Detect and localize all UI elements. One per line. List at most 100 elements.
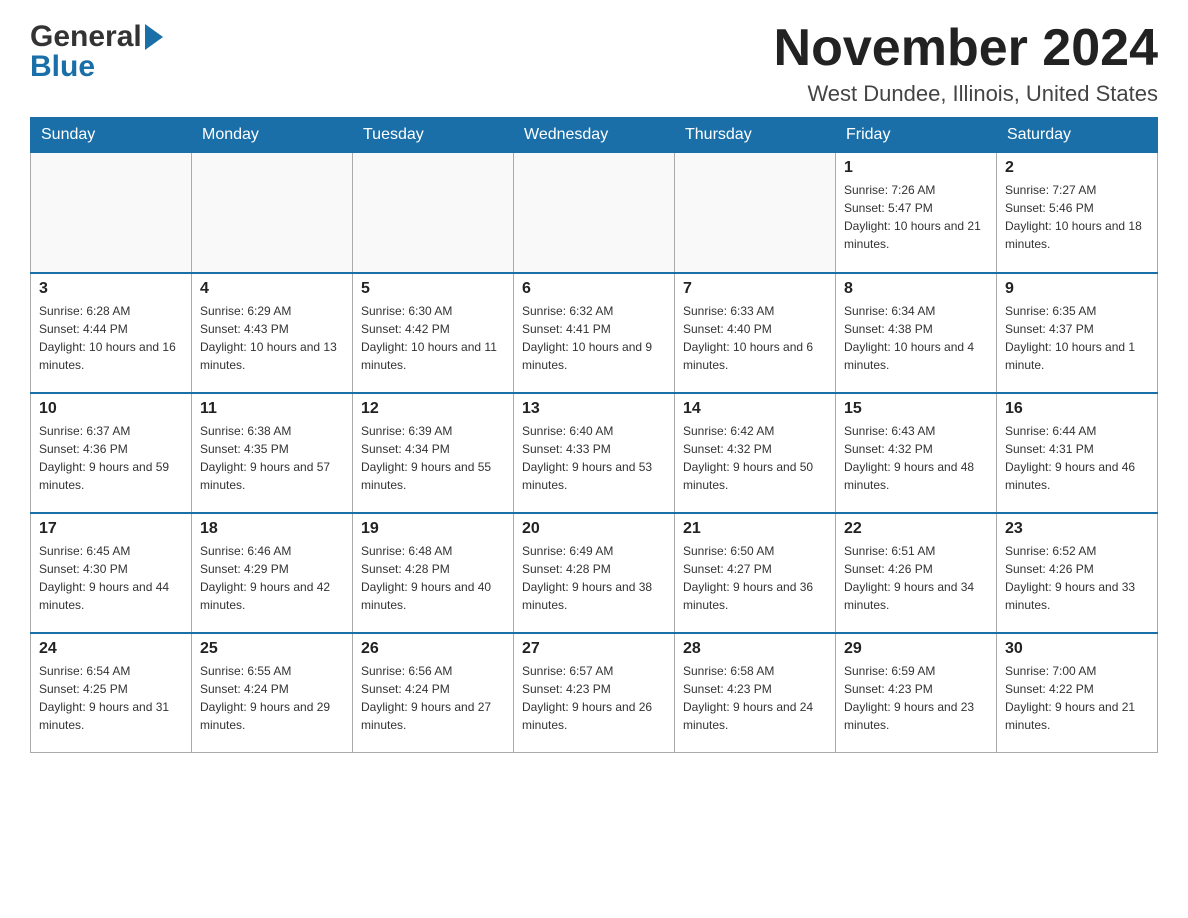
calendar-cell: [353, 153, 514, 273]
day-number: 22: [844, 520, 988, 538]
location-text: West Dundee, Illinois, United States: [774, 81, 1158, 107]
day-number: 29: [844, 640, 988, 658]
day-info: Sunrise: 6:38 AMSunset: 4:35 PMDaylight:…: [200, 422, 344, 494]
day-info: Sunrise: 6:56 AMSunset: 4:24 PMDaylight:…: [361, 662, 505, 734]
col-friday: Friday: [836, 118, 997, 153]
day-info: Sunrise: 6:37 AMSunset: 4:36 PMDaylight:…: [39, 422, 183, 494]
day-info: Sunrise: 6:30 AMSunset: 4:42 PMDaylight:…: [361, 302, 505, 374]
day-number: 6: [522, 280, 666, 298]
week-row-4: 17 Sunrise: 6:45 AMSunset: 4:30 PMDayligh…: [31, 513, 1158, 633]
day-number: 14: [683, 400, 827, 418]
calendar-cell: 12Sunrise: 6:39 AMSunset: 4:34 PMDayligh…: [353, 393, 514, 513]
day-info: Sunrise: 6:48 AMSunset: 4:28 PMDaylight:…: [361, 542, 505, 614]
day-number: 25: [200, 640, 344, 658]
day-number: 11: [200, 400, 344, 418]
day-number: 19: [361, 520, 505, 538]
day-info: Sunrise: 6:46 AMSunset: 4:29 PMDaylight:…: [200, 542, 344, 614]
day-number: 27: [522, 640, 666, 658]
day-info: Sunrise: 6:40 AMSunset: 4:33 PMDaylight:…: [522, 422, 666, 494]
day-number: 23: [1005, 520, 1149, 538]
col-sunday: Sunday: [31, 118, 192, 153]
day-info: Sunrise: 6:34 AMSunset: 4:38 PMDaylight:…: [844, 302, 988, 374]
calendar-cell: 8 Sunrise: 6:34 AMSunset: 4:38 PMDaylight…: [836, 273, 997, 393]
calendar-cell: 28Sunrise: 6:58 AMSunset: 4:23 PMDayligh…: [675, 633, 836, 753]
month-title: November 2024: [774, 20, 1158, 77]
day-number: 8: [844, 280, 988, 298]
calendar-cell: 10Sunrise: 6:37 AMSunset: 4:36 PMDayligh…: [31, 393, 192, 513]
calendar-table: Sunday Monday Tuesday Wednesday Thursday…: [30, 117, 1158, 753]
day-number: 1: [844, 159, 988, 177]
calendar-cell: 29Sunrise: 6:59 AMSunset: 4:23 PMDayligh…: [836, 633, 997, 753]
calendar-cell: 2 Sunrise: 7:27 AMSunset: 5:46 PMDaylight…: [997, 153, 1158, 273]
day-number: 20: [522, 520, 666, 538]
calendar-cell: [514, 153, 675, 273]
day-number: 5: [361, 280, 505, 298]
col-thursday: Thursday: [675, 118, 836, 153]
calendar-cell: 5 Sunrise: 6:30 AMSunset: 4:42 PMDaylight…: [353, 273, 514, 393]
calendar-cell: 14 Sunrise: 6:42 AMSunset: 4:32 PMDayligh…: [675, 393, 836, 513]
calendar-cell: [192, 153, 353, 273]
day-number: 18: [200, 520, 344, 538]
calendar-cell: 27 Sunrise: 6:57 AMSunset: 4:23 PMDayligh…: [514, 633, 675, 753]
day-number: 12: [361, 400, 505, 418]
day-number: 3: [39, 280, 183, 298]
logo-blue-text: Blue: [30, 50, 95, 84]
day-info: Sunrise: 6:32 AMSunset: 4:41 PMDaylight:…: [522, 302, 666, 374]
calendar-cell: 4Sunrise: 6:29 AMSunset: 4:43 PMDaylight…: [192, 273, 353, 393]
page-header: General Blue November 2024 West Dundee, …: [30, 20, 1158, 107]
day-info: Sunrise: 6:57 AMSunset: 4:23 PMDaylight:…: [522, 662, 666, 734]
day-info: Sunrise: 6:45 AMSunset: 4:30 PMDaylight:…: [39, 542, 183, 614]
day-info: Sunrise: 6:55 AMSunset: 4:24 PMDaylight:…: [200, 662, 344, 734]
calendar-cell: 20 Sunrise: 6:49 AMSunset: 4:28 PMDayligh…: [514, 513, 675, 633]
calendar-cell: 24Sunrise: 6:54 AMSunset: 4:25 PMDayligh…: [31, 633, 192, 753]
calendar-cell: [675, 153, 836, 273]
day-info: Sunrise: 7:26 AMSunset: 5:47 PMDaylight:…: [844, 181, 988, 253]
calendar-cell: 7Sunrise: 6:33 AMSunset: 4:40 PMDaylight…: [675, 273, 836, 393]
calendar-cell: 19 Sunrise: 6:48 AMSunset: 4:28 PMDayligh…: [353, 513, 514, 633]
week-row-2: 3 Sunrise: 6:28 AMSunset: 4:44 PMDaylight…: [31, 273, 1158, 393]
day-info: Sunrise: 6:44 AMSunset: 4:31 PMDaylight:…: [1005, 422, 1149, 494]
logo-general-text: General: [30, 20, 142, 54]
calendar-cell: 3 Sunrise: 6:28 AMSunset: 4:44 PMDaylight…: [31, 273, 192, 393]
day-number: 2: [1005, 159, 1149, 177]
day-number: 16: [1005, 400, 1149, 418]
title-section: November 2024 West Dundee, Illinois, Uni…: [774, 20, 1158, 107]
day-info: Sunrise: 6:54 AMSunset: 4:25 PMDaylight:…: [39, 662, 183, 734]
col-monday: Monday: [192, 118, 353, 153]
day-number: 26: [361, 640, 505, 658]
col-tuesday: Tuesday: [353, 118, 514, 153]
calendar-cell: 25 Sunrise: 6:55 AMSunset: 4:24 PMDayligh…: [192, 633, 353, 753]
col-wednesday: Wednesday: [514, 118, 675, 153]
day-info: Sunrise: 6:52 AMSunset: 4:26 PMDaylight:…: [1005, 542, 1149, 614]
day-info: Sunrise: 7:27 AMSunset: 5:46 PMDaylight:…: [1005, 181, 1149, 253]
calendar-cell: 15Sunrise: 6:43 AMSunset: 4:32 PMDayligh…: [836, 393, 997, 513]
day-info: Sunrise: 6:28 AMSunset: 4:44 PMDaylight:…: [39, 302, 183, 374]
day-info: Sunrise: 6:51 AMSunset: 4:26 PMDaylight:…: [844, 542, 988, 614]
day-number: 30: [1005, 640, 1149, 658]
calendar-header-row: Sunday Monday Tuesday Wednesday Thursday…: [31, 118, 1158, 153]
calendar-cell: 16 Sunrise: 6:44 AMSunset: 4:31 PMDayligh…: [997, 393, 1158, 513]
logo: General Blue: [30, 20, 163, 84]
col-saturday: Saturday: [997, 118, 1158, 153]
week-row-3: 10Sunrise: 6:37 AMSunset: 4:36 PMDayligh…: [31, 393, 1158, 513]
day-number: 15: [844, 400, 988, 418]
day-number: 13: [522, 400, 666, 418]
day-info: Sunrise: 6:29 AMSunset: 4:43 PMDaylight:…: [200, 302, 344, 374]
day-info: Sunrise: 6:35 AMSunset: 4:37 PMDaylight:…: [1005, 302, 1149, 374]
calendar-cell: 30 Sunrise: 7:00 AMSunset: 4:22 PMDayligh…: [997, 633, 1158, 753]
calendar-cell: 21Sunrise: 6:50 AMSunset: 4:27 PMDayligh…: [675, 513, 836, 633]
logo-arrow-icon: [145, 24, 163, 50]
calendar-cell: 13 Sunrise: 6:40 AMSunset: 4:33 PMDayligh…: [514, 393, 675, 513]
calendar-cell: 23 Sunrise: 6:52 AMSunset: 4:26 PMDayligh…: [997, 513, 1158, 633]
day-info: Sunrise: 7:00 AMSunset: 4:22 PMDaylight:…: [1005, 662, 1149, 734]
day-number: 21: [683, 520, 827, 538]
day-info: Sunrise: 6:49 AMSunset: 4:28 PMDaylight:…: [522, 542, 666, 614]
week-row-5: 24Sunrise: 6:54 AMSunset: 4:25 PMDayligh…: [31, 633, 1158, 753]
calendar-cell: [31, 153, 192, 273]
day-number: 17: [39, 520, 183, 538]
day-number: 9: [1005, 280, 1149, 298]
day-info: Sunrise: 6:42 AMSunset: 4:32 PMDaylight:…: [683, 422, 827, 494]
day-info: Sunrise: 6:58 AMSunset: 4:23 PMDaylight:…: [683, 662, 827, 734]
calendar-cell: 22 Sunrise: 6:51 AMSunset: 4:26 PMDayligh…: [836, 513, 997, 633]
calendar-cell: 9 Sunrise: 6:35 AMSunset: 4:37 PMDaylight…: [997, 273, 1158, 393]
